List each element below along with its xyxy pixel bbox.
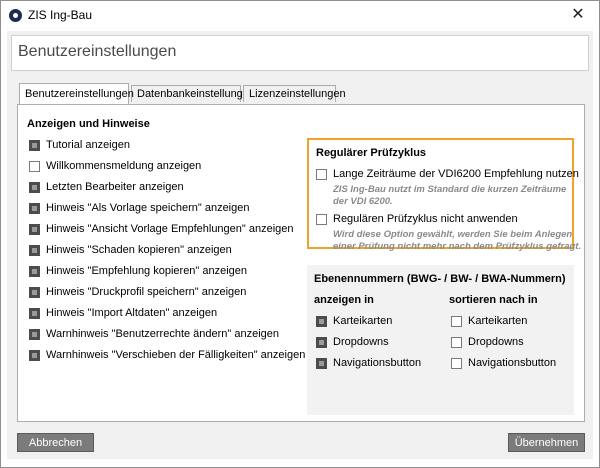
tab-datenbankeinstellungen[interactable]: Datenbankeinstellungen bbox=[131, 85, 255, 102]
checkbox-show-dropdowns[interactable] bbox=[316, 337, 327, 348]
checkbox-label: Dropdowns bbox=[468, 336, 524, 348]
section-anzeigen-title: Anzeigen und Hinweise bbox=[27, 118, 150, 130]
checkbox-sort-navigationsbutton[interactable] bbox=[451, 358, 462, 369]
checkbox-label: Karteikarten bbox=[333, 315, 393, 327]
checkbox-label: Dropdowns bbox=[333, 336, 389, 348]
checkbox-empfehlung-kopieren[interactable] bbox=[29, 266, 40, 277]
checkbox-sort-dropdowns[interactable] bbox=[451, 337, 462, 348]
checkbox-import-altdaten[interactable] bbox=[29, 308, 40, 319]
checkbox-label: Navigationsbutton bbox=[468, 357, 557, 369]
checkbox-label: Tutorial anzeigen bbox=[46, 139, 130, 151]
window-title: ZIS Ing-Bau bbox=[28, 8, 93, 22]
checkbox-label: Hinweis "Druckprofil speichern" anzeigen bbox=[46, 286, 247, 298]
pruefzyklus-note-line1: Wird diese Option gewählt, werden Sie be… bbox=[333, 229, 573, 240]
checkbox-show-karteikarten[interactable] bbox=[316, 316, 327, 327]
apply-button[interactable]: Übernehmen bbox=[508, 433, 585, 452]
checkbox-pruefzyklus-nicht[interactable] bbox=[316, 214, 327, 225]
checkbox-show-navigationsbutton[interactable] bbox=[316, 358, 327, 369]
checkbox-willkommen[interactable] bbox=[29, 161, 40, 172]
pruefzyklus-panel: Regulärer Prüfzyklus Lange Zeiträume der… bbox=[307, 138, 581, 252]
pruefzyklus-title: Regulärer Prüfzyklus bbox=[316, 147, 427, 159]
checkbox-vorlage-speichern[interactable] bbox=[29, 203, 40, 214]
checkbox-label: Warnhinweis "Verschieben der Fälligkeite… bbox=[46, 349, 306, 361]
checkbox-label: Lange Zeiträume der VDI6200 Empfehlung n… bbox=[333, 168, 579, 180]
app-logo-icon bbox=[9, 9, 22, 22]
checkbox-label: Hinweis "Schaden kopieren" anzeigen bbox=[46, 244, 232, 256]
checkbox-label: Hinweis "Import Altdaten" anzeigen bbox=[46, 307, 218, 319]
ebenennummern-panel: Ebenennummern (BWG- / BW- / BWA-Nummern)… bbox=[307, 265, 574, 415]
anzeigen-in-title: anzeigen in bbox=[314, 294, 374, 306]
checkbox-label: Hinweis "Ansicht Vorlage Empfehlungen" a… bbox=[46, 223, 294, 235]
page-title: Benutzereinstellungen bbox=[18, 43, 177, 60]
checkbox-vorlage-empfehlungen[interactable] bbox=[29, 224, 40, 235]
checkbox-label: Regulären Prüfzyklus nicht anwenden bbox=[333, 213, 518, 225]
tab-panel: Anzeigen und Hinweise Tutorial anzeigen … bbox=[17, 104, 585, 422]
checkbox-label: Warnhinweis "Benutzerrechte ändern" anze… bbox=[46, 328, 280, 340]
checkbox-faelligkeiten[interactable] bbox=[29, 350, 40, 361]
checkbox-label: Karteikarten bbox=[468, 315, 528, 327]
checkbox-tutorial[interactable] bbox=[29, 140, 40, 151]
checkbox-benutzerrechte[interactable] bbox=[29, 329, 40, 340]
dialog-content: Benutzereinstellungen Benutzereinstellun… bbox=[7, 31, 593, 459]
checkbox-druckprofil[interactable] bbox=[29, 287, 40, 298]
checkbox-label: Navigationsbutton bbox=[333, 357, 422, 369]
tab-lizenzeinstellungen[interactable]: Lizenzeinstellungen bbox=[243, 85, 346, 102]
title-bar[interactable]: ZIS Ing-Bau ✕ bbox=[1, 1, 599, 31]
checkbox-sort-karteikarten[interactable] bbox=[451, 316, 462, 327]
pruefzyklus-note-line2: einer Prüfung nicht mehr nach dem Prüfzy… bbox=[333, 241, 582, 252]
checkbox-bearbeiter[interactable] bbox=[29, 182, 40, 193]
checkbox-schaden-kopieren[interactable] bbox=[29, 245, 40, 256]
sortieren-nach-title: sortieren nach in bbox=[449, 294, 538, 306]
lange-zeitraeume-note-line1: ZIS Ing-Bau nutzt im Standard die kurzen… bbox=[333, 184, 567, 195]
checkbox-lange-zeitraeume[interactable] bbox=[316, 169, 327, 180]
tab-benutzereinstellungen[interactable]: Benutzereinstellungen bbox=[19, 83, 134, 104]
checkbox-label: Willkommensmeldung anzeigen bbox=[46, 160, 202, 172]
checkbox-label: Hinweis "Als Vorlage speichern" anzeigen bbox=[46, 202, 250, 214]
checkbox-label: Hinweis "Empfehlung kopieren" anzeigen bbox=[46, 265, 248, 277]
checkbox-label: Letzten Bearbeiter anzeigen bbox=[46, 181, 184, 193]
header-panel: Benutzereinstellungen bbox=[11, 35, 589, 71]
cancel-button[interactable]: Abbrechen bbox=[17, 433, 94, 452]
ebenennummern-title: Ebenennummern (BWG- / BW- / BWA-Nummern) bbox=[314, 273, 566, 285]
lange-zeitraeume-note-line2: der VDI 6200. bbox=[333, 196, 393, 207]
close-icon[interactable]: ✕ bbox=[567, 4, 589, 26]
app-window: ZIS Ing-Bau ✕ Benutzereinstellungen Benu… bbox=[0, 0, 600, 468]
